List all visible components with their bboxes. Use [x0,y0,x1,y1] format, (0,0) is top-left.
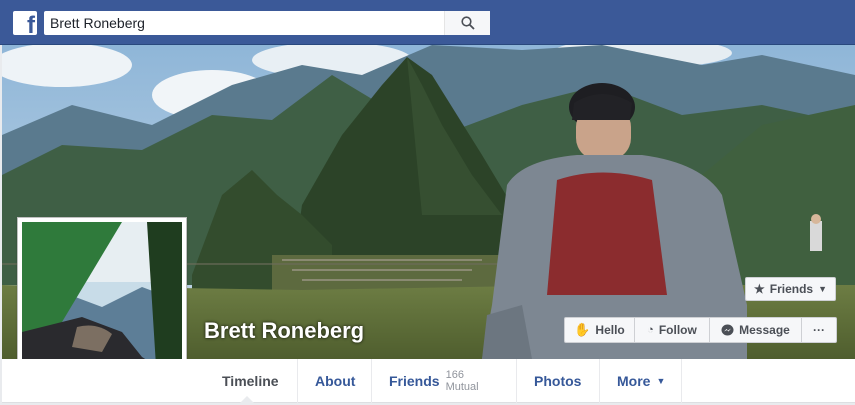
chevron-down-icon: ▼ [818,284,828,294]
search-input[interactable] [44,11,444,35]
tab-photos-label: Photos [534,373,582,389]
friends-status-button[interactable]: ★ Friends ▼ [745,277,836,301]
tab-about-label: About [315,373,356,389]
wave-hand-icon: ✋ [574,322,591,337]
chevron-down-icon: ▼ [656,376,666,386]
tab-friends-label: Friends [389,373,440,389]
follow-button[interactable]: ◔ Follow [635,318,710,342]
message-label: Message [739,323,790,337]
tab-photos[interactable]: Photos [517,359,600,403]
tab-about[interactable]: About [298,359,372,403]
hello-label: Hello [595,323,625,337]
message-button[interactable]: Message [710,318,802,342]
more-options-label: ··· [813,323,825,337]
star-icon: ★ [753,282,765,296]
search-button[interactable] [444,11,490,35]
follow-label: Follow [658,323,697,337]
messenger-icon [721,324,734,335]
magnifier-icon [460,16,475,30]
friends-status-label: Friends [769,282,814,296]
tab-more[interactable]: More ▼ [600,359,682,403]
active-tab-indicator [240,396,254,403]
tab-more-label: More [617,373,651,389]
tab-friends[interactable]: Friends 166 Mutual [372,359,517,403]
profile-nav-bar: Timeline About Friends 166 Mutual Photos… [2,359,855,403]
profile-actions: ✋ Hello ◔ Follow Message ··· [564,317,837,343]
more-options-button[interactable]: ··· [802,318,836,342]
facebook-logo-letter: f [27,12,35,39]
hello-button[interactable]: ✋ Hello [565,318,635,342]
facebook-logo[interactable]: f [13,11,37,39]
profile-name: Brett Roneberg [204,318,365,343]
search-box [44,11,490,35]
rss-icon: ◔ [647,324,654,336]
mutual-friends-count: 166 Mutual [445,369,479,393]
top-navigation-bar: f [0,0,855,45]
tab-timeline-label: Timeline [222,373,279,389]
